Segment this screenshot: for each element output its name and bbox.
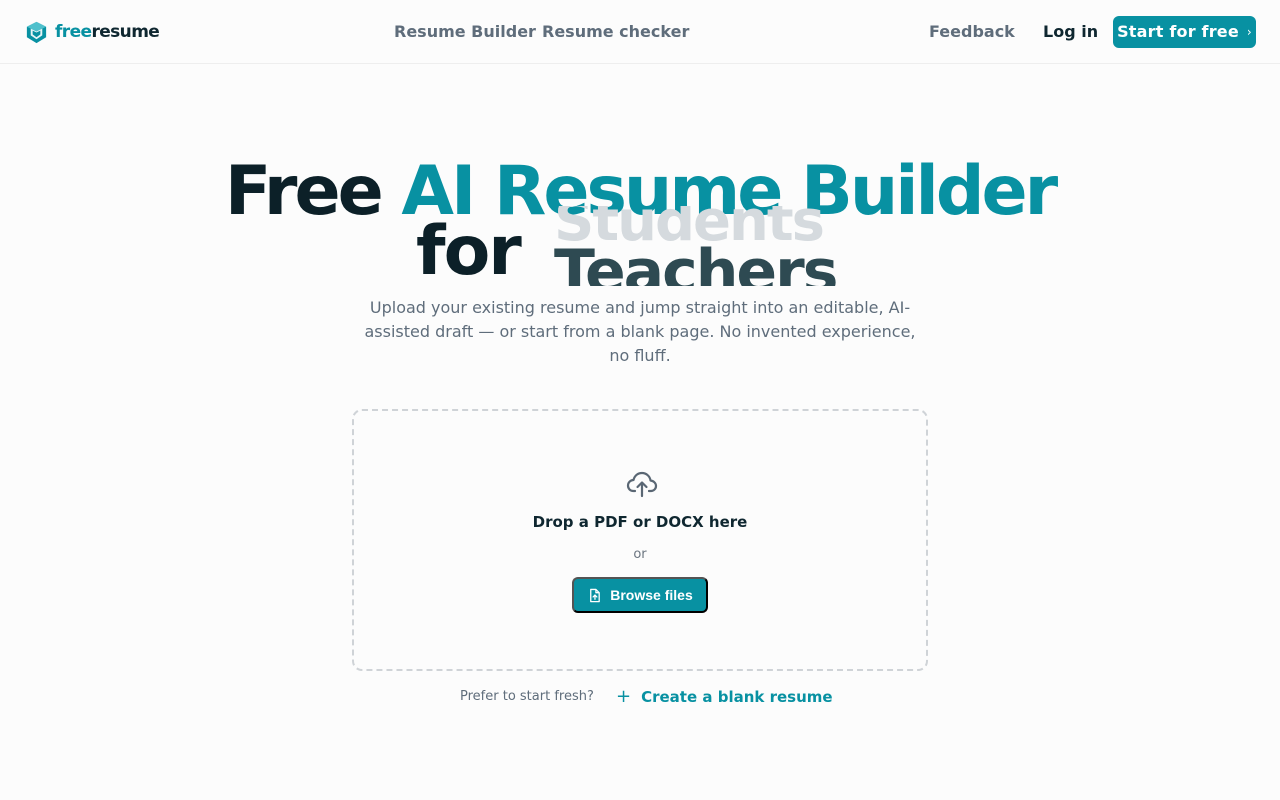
- plus-icon: +: [616, 686, 632, 707]
- create-blank-resume-link[interactable]: + Create a blank resume: [616, 686, 833, 708]
- hero-rotating-current: Teachers: [554, 237, 838, 286]
- cloud-upload-icon: [626, 471, 658, 498]
- dropzone-or: or: [633, 547, 647, 562]
- start-for-free-label: Start for free: [1117, 22, 1239, 41]
- box-logo-icon: [26, 21, 47, 43]
- logo-text-free: free: [55, 21, 92, 42]
- chevron-right-icon: ›: [1246, 25, 1252, 39]
- blank-resume-row: Prefer to start fresh? + Create a blank …: [0, 686, 1280, 708]
- browse-files-label: Browse files: [610, 587, 693, 603]
- freeresume-logo[interactable]: freeresume: [24, 19, 160, 45]
- nav-resume-builder[interactable]: Resume Builder: [394, 21, 536, 43]
- hero-rotating-words: Students Teachers: [554, 206, 854, 286]
- logo-text-resume: resume: [91, 21, 160, 42]
- hero-word-free: Free: [224, 152, 384, 231]
- file-dropzone[interactable]: Drop a PDF or DOCX here or Browse files: [352, 409, 928, 671]
- top-navigation-bar: freeresume Resume Builder Resume checker…: [0, 0, 1280, 64]
- dropzone-title: Drop a PDF or DOCX here: [532, 513, 748, 531]
- file-upload-icon: [590, 588, 601, 602]
- prefer-fresh-text: Prefer to start fresh?: [460, 689, 594, 704]
- feedback-link[interactable]: Feedback: [929, 21, 1015, 43]
- nav-resume-checker[interactable]: Resume checker: [542, 21, 689, 43]
- login-link[interactable]: Log in: [1043, 21, 1098, 43]
- browse-files-button[interactable]: Browse files: [572, 577, 708, 613]
- hero-word-for: for: [416, 212, 522, 291]
- hero-subtitle: Upload your existing resume and jump str…: [364, 298, 916, 365]
- create-blank-resume-label: Create a blank resume: [641, 688, 833, 706]
- logo-wordmark: freeresume: [55, 21, 160, 42]
- start-for-free-button[interactable]: Start for free ›: [1113, 16, 1256, 48]
